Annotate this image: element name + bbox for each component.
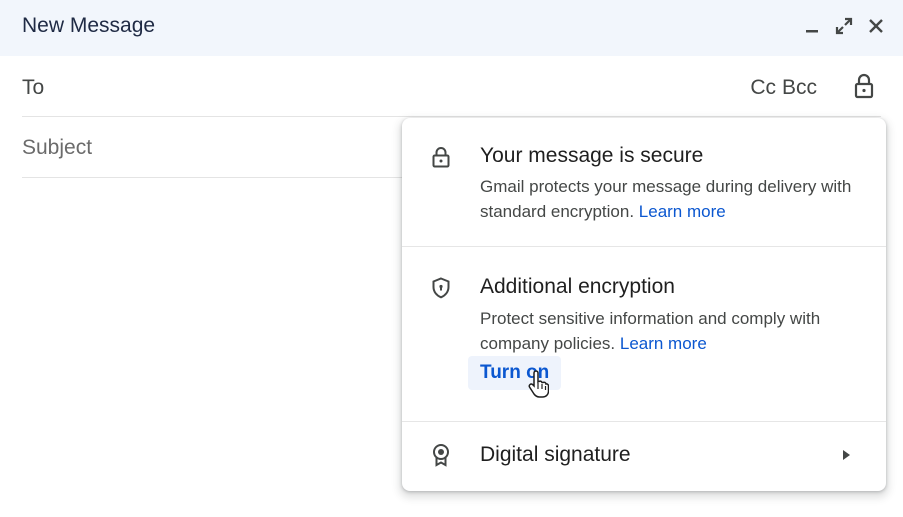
encryption-title: Additional encryption — [480, 275, 675, 298]
compose-header: New Message — [0, 0, 903, 56]
close-icon[interactable] — [863, 12, 889, 40]
minimize-icon[interactable] — [799, 12, 825, 40]
to-field-label[interactable]: To — [22, 76, 44, 100]
expand-icon[interactable] — [831, 12, 857, 40]
secure-learn-more-link[interactable]: Learn more — [639, 202, 726, 221]
cc-link[interactable]: Cc — [750, 76, 776, 100]
secure-description: Gmail protects your message during deliv… — [480, 174, 870, 224]
shield-icon — [429, 276, 453, 300]
badge-icon — [429, 443, 453, 467]
compose-title: New Message — [22, 14, 156, 37]
encryption-description: Protect sensitive information and comply… — [480, 306, 870, 356]
cc-bcc-links: Cc Bcc — [750, 76, 817, 100]
encryption-section: Additional encryption Protect sensitive … — [402, 247, 886, 421]
digital-signature-row[interactable]: Digital signature — [402, 422, 886, 491]
encryption-learn-more-link[interactable]: Learn more — [620, 334, 707, 353]
subject-input[interactable]: Subject — [22, 136, 92, 160]
digital-signature-title: Digital signature — [480, 443, 631, 466]
subject-divider — [22, 177, 402, 178]
encryption-popup: Your message is secure Gmail protects yo… — [402, 118, 886, 491]
secure-section: Your message is secure Gmail protects yo… — [402, 118, 886, 246]
bcc-link[interactable]: Bcc — [782, 76, 817, 100]
hand-cursor-icon — [527, 370, 550, 398]
secure-title: Your message is secure — [480, 144, 704, 167]
lock-icon[interactable] — [851, 72, 877, 100]
window-controls — [799, 12, 889, 40]
to-divider — [22, 116, 881, 117]
lock-icon — [429, 145, 453, 169]
chevron-right-icon[interactable] — [840, 448, 852, 462]
